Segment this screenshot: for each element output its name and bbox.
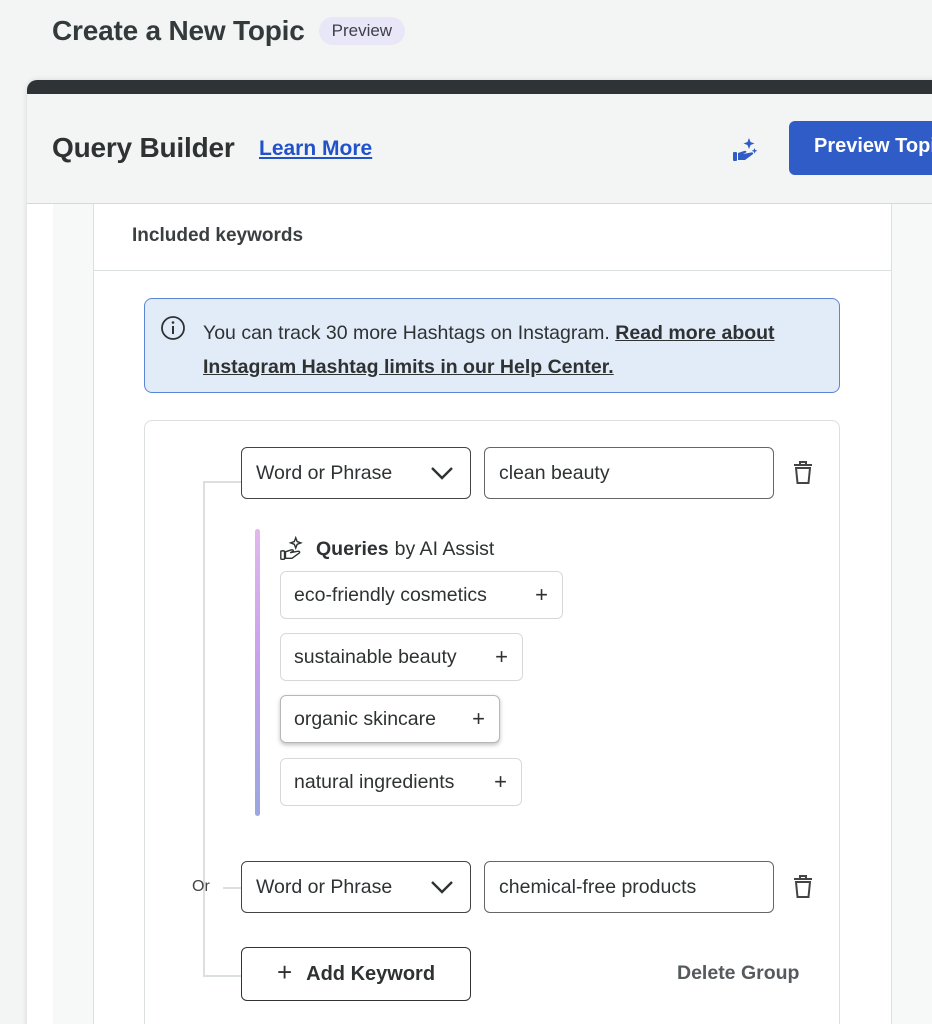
- info-text: You can track 30 more Hashtags on Instag…: [203, 322, 616, 344]
- learn-more-link[interactable]: Learn More: [259, 137, 372, 161]
- suggestion-label: natural ingredients: [294, 771, 455, 793]
- info-icon: [161, 316, 185, 340]
- keyword-input[interactable]: chemical-free products: [484, 861, 774, 913]
- connector-tick: [203, 975, 241, 977]
- chevron-down-icon: [431, 881, 453, 894]
- ai-suggestion-chip[interactable]: sustainable beauty +: [280, 633, 523, 681]
- ai-assist-accent-bar: [255, 529, 260, 816]
- page-title: Create a New Topic: [52, 15, 305, 46]
- add-keyword-label: Add Keyword: [306, 962, 436, 985]
- page-header: Create a New Topic Preview: [52, 14, 406, 48]
- included-keywords-section: Included keywords You can track 30 more …: [93, 204, 892, 1024]
- plus-icon: +: [535, 582, 548, 607]
- query-builder-title: Query Builder: [52, 132, 235, 163]
- ai-suggestion-chip[interactable]: organic skincare +: [280, 695, 500, 743]
- plus-icon: +: [494, 769, 507, 794]
- plus-icon: +: [276, 957, 293, 987]
- ai-sparkle-hand-icon: [280, 535, 303, 560]
- panel-gutter-right: [892, 204, 932, 1024]
- query-builder-panel: Query Builder Learn More Preview Topic I…: [27, 80, 932, 1024]
- ai-assist-title-rest: by AI Assist: [394, 537, 495, 560]
- keyword-type-value: Word or Phrase: [256, 876, 393, 898]
- preview-topic-button[interactable]: Preview Topic: [789, 121, 932, 175]
- preview-badge: Preview: [318, 17, 406, 45]
- panel-gutter-left: [53, 204, 93, 1024]
- trash-icon[interactable]: [790, 458, 816, 486]
- instagram-hashtag-info-banner: You can track 30 more Hashtags on Instag…: [144, 298, 840, 393]
- chevron-down-icon: [431, 467, 453, 480]
- keyword-type-select[interactable]: Word or Phrase: [241, 861, 471, 913]
- info-message: You can track 30 more Hashtags on Instag…: [203, 316, 823, 384]
- plus-icon: +: [472, 706, 485, 731]
- trash-icon[interactable]: [790, 872, 816, 900]
- suggestion-label: eco-friendly cosmetics: [294, 584, 487, 606]
- suggestion-label: sustainable beauty: [294, 646, 457, 668]
- ai-suggestion-chip[interactable]: natural ingredients +: [280, 758, 522, 806]
- group-connector-line: [203, 481, 205, 977]
- or-connector-label: Or: [192, 878, 210, 895]
- add-keyword-button[interactable]: + Add Keyword: [241, 947, 471, 1001]
- ai-assist-button[interactable]: [727, 132, 763, 168]
- delete-group-button[interactable]: Delete Group: [677, 962, 799, 985]
- keyword-type-select[interactable]: Word or Phrase: [241, 447, 471, 499]
- ai-assist-title: Queries by AI Assist: [278, 535, 494, 563]
- connector-tick: [223, 887, 241, 889]
- keyword-group: Word or Phrase clean beauty Queries by A…: [144, 420, 840, 1024]
- query-builder-header: Query Builder Learn More Preview Topic: [27, 94, 932, 204]
- plus-icon: +: [495, 644, 508, 669]
- ai-sparkle-hand-icon: [733, 138, 758, 161]
- ai-assist-title-bold: Queries: [316, 537, 389, 560]
- keyword-input[interactable]: clean beauty: [484, 447, 774, 499]
- included-keywords-header: Included keywords: [94, 204, 891, 271]
- suggestion-label: organic skincare: [294, 708, 436, 730]
- ai-suggestion-chip[interactable]: eco-friendly cosmetics +: [280, 571, 563, 619]
- keyword-type-value: Word or Phrase: [256, 462, 393, 484]
- connector-tick: [203, 481, 241, 483]
